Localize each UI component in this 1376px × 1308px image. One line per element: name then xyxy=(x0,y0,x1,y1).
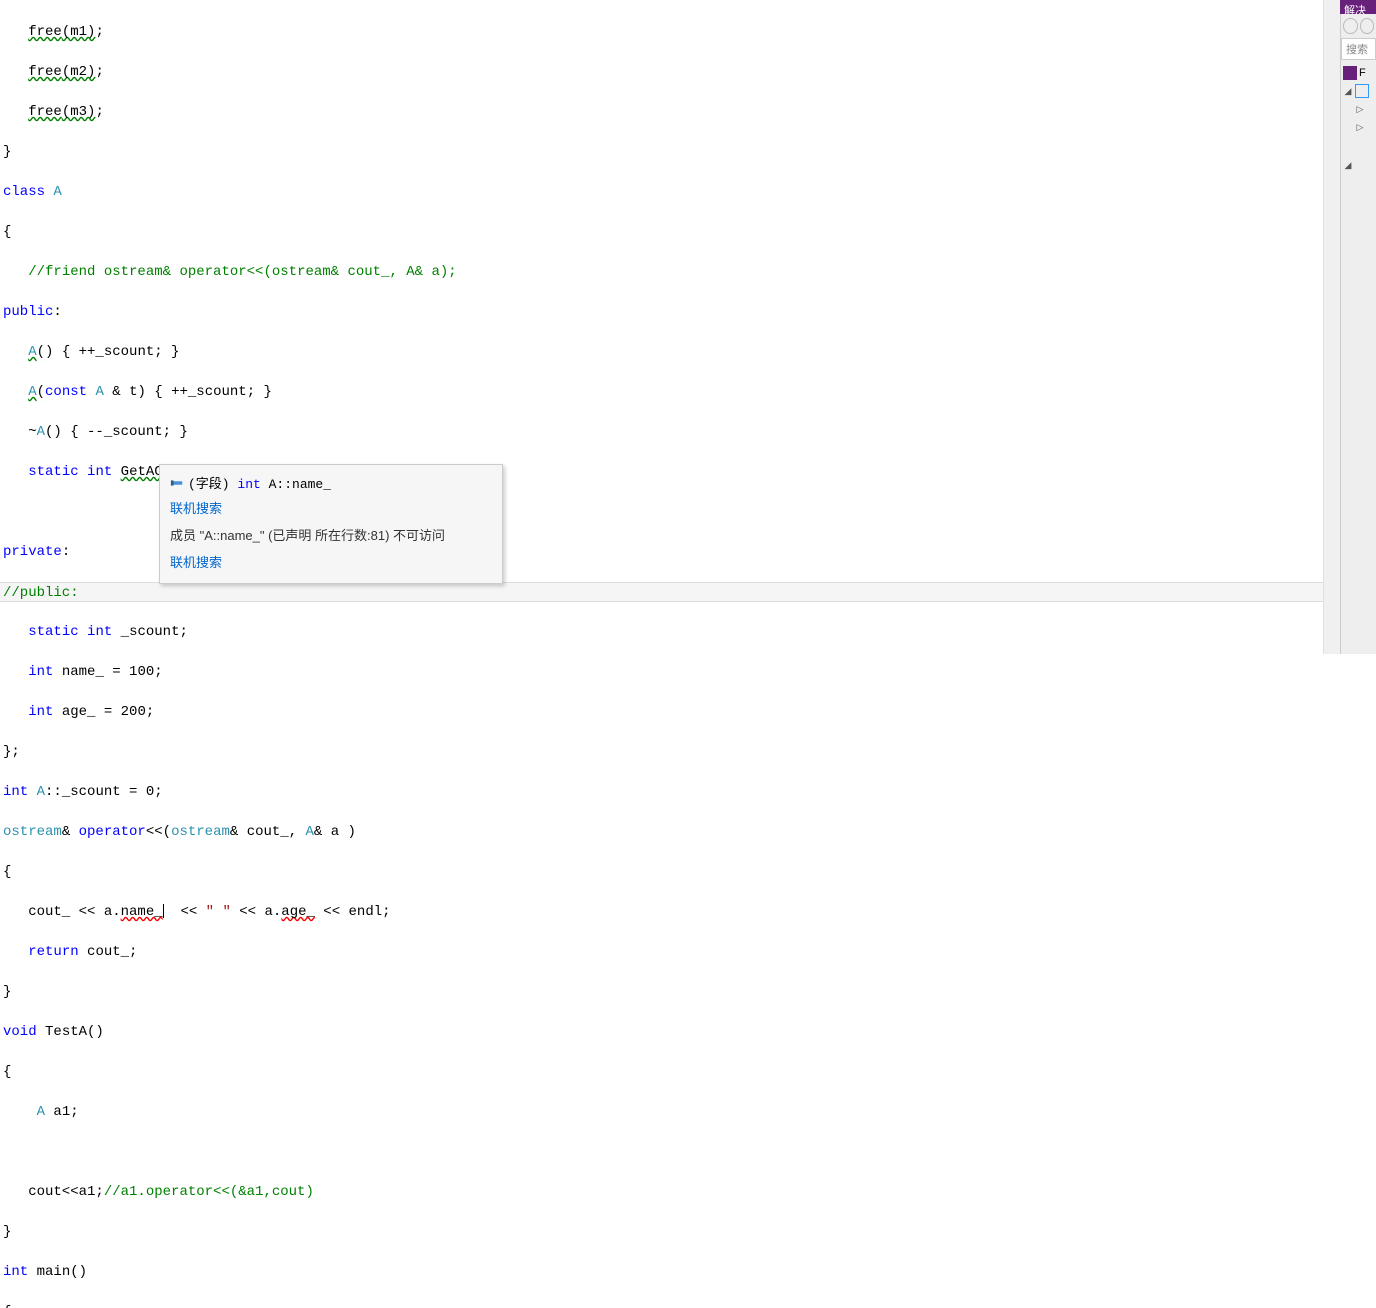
solution-search-input[interactable]: 搜索解 xyxy=(1341,38,1376,60)
solution-tree[interactable]: F ◢ ▷ ▷ ◢ xyxy=(1341,60,1376,178)
tooltip-search-link-2[interactable]: 联机搜索 xyxy=(170,552,492,571)
tooltip-search-link-1[interactable]: 联机搜索 xyxy=(170,498,492,517)
tooltip-signature: (字段) int A::name_ xyxy=(170,473,492,492)
solution-explorer[interactable]: 搜索解 F ◢ ▷ ▷ ◢ xyxy=(1340,14,1376,654)
project-icon xyxy=(1355,84,1369,98)
tree-child-3[interactable]: ◢ xyxy=(1343,156,1374,174)
expand-arrow-icon[interactable]: ◢ xyxy=(1343,160,1353,171)
tree-child-2[interactable]: ▷ xyxy=(1343,118,1374,136)
tree-child-1[interactable]: ▷ xyxy=(1343,100,1374,118)
back-button[interactable] xyxy=(1343,18,1358,34)
collapse-arrow-icon[interactable]: ▷ xyxy=(1355,104,1365,115)
expand-arrow-icon[interactable]: ◢ xyxy=(1343,86,1353,97)
field-icon xyxy=(170,476,184,490)
solution-root[interactable]: F xyxy=(1343,64,1374,82)
solution-icon xyxy=(1343,66,1357,80)
forward-button[interactable] xyxy=(1360,18,1375,34)
intellisense-tooltip: (字段) int A::name_ 联机搜索 成员 "A::name_" (已声… xyxy=(159,464,503,584)
editor-scrollbar[interactable] xyxy=(1323,0,1340,654)
solution-toolbar xyxy=(1341,14,1376,38)
collapse-arrow-icon[interactable]: ▷ xyxy=(1355,122,1365,133)
tooltip-error-message: 成员 "A::name_" (已声明 所在行数:81) 不可访问 xyxy=(170,525,492,544)
tree-item-label: F xyxy=(1359,67,1366,79)
project-node[interactable]: ◢ xyxy=(1343,82,1374,100)
